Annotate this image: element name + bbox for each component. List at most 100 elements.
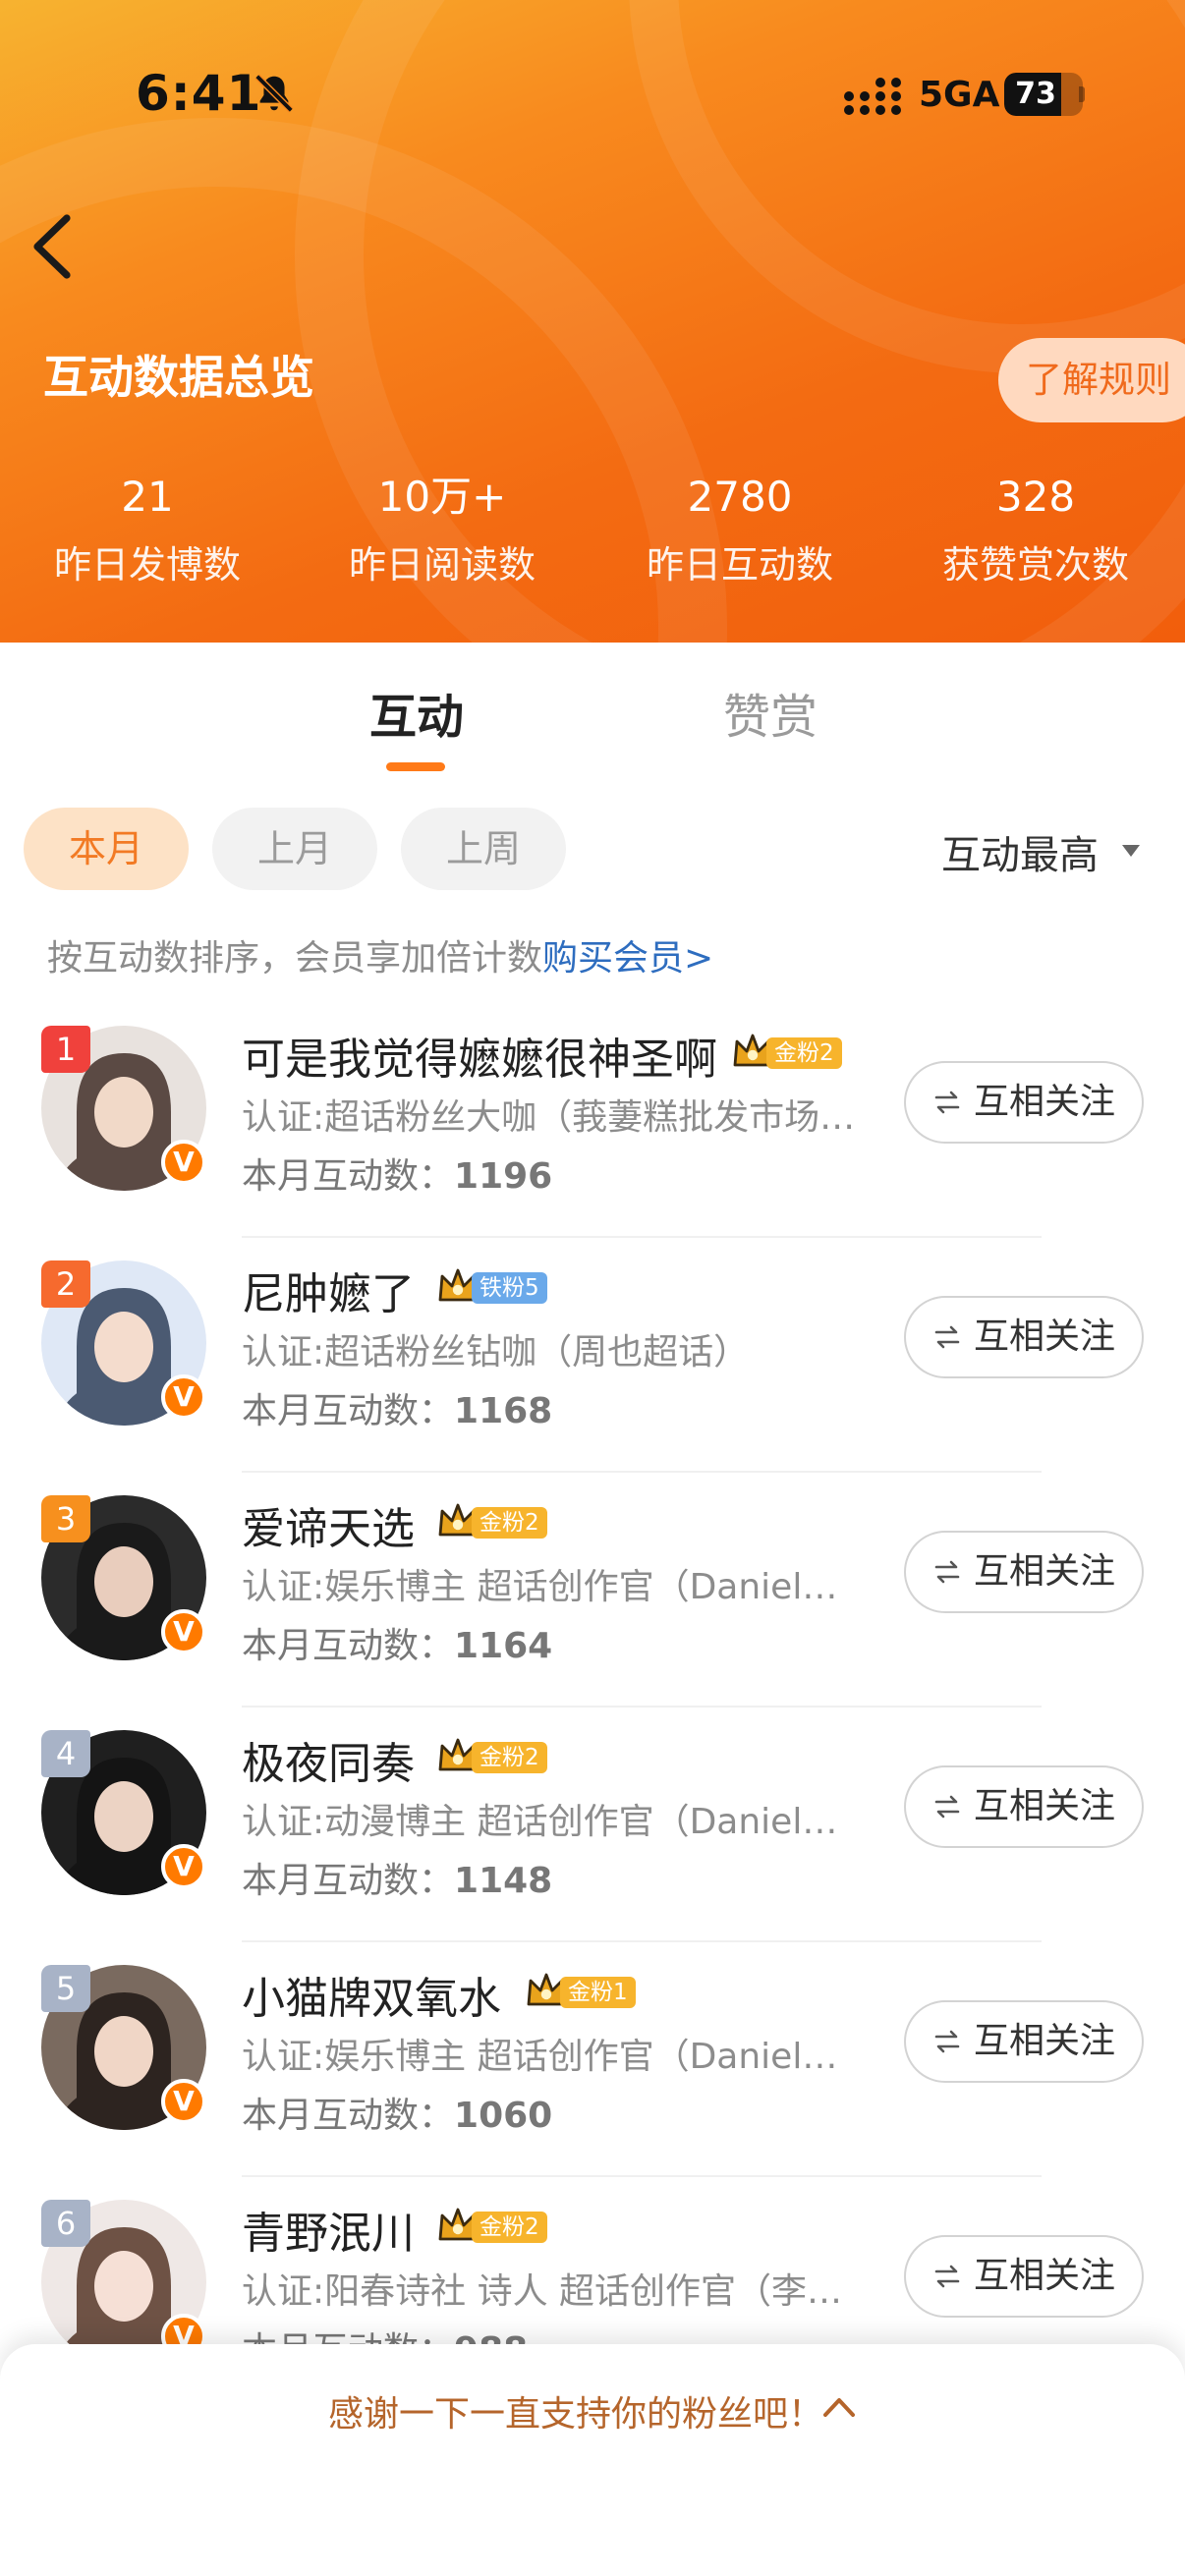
mutual-follow-icon [934, 2265, 960, 2288]
mutual-follow-button[interactable]: 互相关注 [904, 1531, 1144, 1613]
buy-membership-link[interactable]: 购买会员> [542, 938, 713, 979]
thank-fans-text: 感谢一下一直支持你的粉丝吧！ [328, 2394, 824, 2435]
tab-interaction[interactable]: 互动 [369, 678, 464, 747]
page-title: 互动数据总览 [43, 351, 314, 404]
count-value: 1164 [454, 1626, 553, 1666]
fan-row[interactable]: 3 V 爱谛天选 金粉2 认证:娱乐博主 超话创作官（Daniel超… 本月互动数：116… [0, 1472, 1185, 1708]
network-type: 5GA [919, 75, 1000, 115]
count-value: 1148 [454, 1861, 553, 1901]
certification-text: 认证:超话粉丝钻咖（周也超话） [242, 1332, 750, 1372]
stat-value: 21 [121, 473, 174, 521]
mutual-follow-button[interactable]: 互相关注 [904, 2235, 1144, 2318]
count-label: 本月互动数： [242, 1391, 455, 1431]
follow-label: 互相关注 [973, 2256, 1115, 2296]
count-label: 本月互动数： [242, 1626, 455, 1666]
fan-name[interactable]: 爱谛天选 [242, 1493, 415, 1556]
fan-name[interactable]: 青野泯川 [242, 2198, 415, 2261]
mutual-follow-button[interactable]: 互相关注 [904, 1061, 1144, 1144]
verified-badge: V [161, 1844, 206, 1889]
rank-badge: 6 [41, 2200, 90, 2247]
fan-name[interactable]: 可是我觉得嬷嬷很神圣啊 [242, 1024, 717, 1087]
tab-reward[interactable]: 赞赏 [723, 678, 818, 747]
certification-text: 认证:娱乐博主 超话创作官（Daniel超… [242, 1567, 871, 1607]
fan-level-label: 铁粉5 [472, 1272, 547, 1304]
fan-row[interactable]: 4 V 极夜同奏 金粉2 认证:动漫博主 超话创作官（Daniel超… 本月互动数：114… [0, 1707, 1185, 1942]
fan-name[interactable]: 小猫牌双氧水 [242, 1963, 501, 2026]
certification-text: 认证:超话粉丝大咖（莪萋糕批发市场… [242, 1097, 856, 1138]
tab-indicator [386, 762, 445, 771]
mutual-follow-icon [934, 1091, 960, 1114]
filter-this-month[interactable]: 本月 [24, 808, 189, 890]
rank-badge: 4 [41, 1730, 90, 1777]
fan-level-label: 金粉2 [766, 1037, 842, 1069]
mutual-follow-button[interactable]: 互相关注 [904, 2000, 1144, 2083]
filter-last-month[interactable]: 上月 [212, 808, 377, 890]
battery-icon: 73 [1004, 73, 1083, 116]
count-value: 1196 [454, 1156, 553, 1197]
stat-reads: 10万+ 昨日阅读数 [295, 468, 590, 588]
fan-name[interactable]: 极夜同奏 [242, 1728, 415, 1791]
mutual-follow-icon [934, 2030, 960, 2053]
fan-level-label: 金粉2 [472, 1742, 547, 1773]
interaction-count: 本月互动数：1196 [242, 1148, 552, 1199]
count-label: 本月互动数： [242, 2096, 455, 2136]
fan-level-label: 金粉2 [472, 1507, 547, 1539]
certification-text: 认证:娱乐博主 超话创作官（Daniel超… [242, 2037, 871, 2077]
count-value: 1060 [454, 2096, 553, 2136]
count-label: 本月互动数： [242, 1156, 455, 1197]
fan-level-label: 金粉1 [560, 1977, 636, 2008]
battery-percent: 73 [1015, 77, 1056, 111]
stat-label: 昨日阅读数 [348, 543, 536, 587]
mutual-follow-icon [934, 1560, 960, 1584]
battery-tip [1079, 86, 1085, 102]
rules-button[interactable]: 了解规则 [998, 338, 1185, 422]
filter-last-week[interactable]: 上周 [401, 808, 566, 890]
back-arrow-icon[interactable] [28, 212, 77, 281]
mutual-follow-button[interactable]: 互相关注 [904, 1765, 1144, 1848]
count-value: 1168 [454, 1391, 553, 1431]
stat-value: 328 [995, 473, 1076, 521]
interaction-count: 本月互动数：1168 [242, 1382, 552, 1433]
mutual-follow-icon [934, 1325, 960, 1349]
mutual-follow-button[interactable]: 互相关注 [904, 1296, 1144, 1378]
fan-row[interactable]: 5 V 小猫牌双氧水 金粉1 认证:娱乐博主 超话创作官（Daniel超… 本月互动数：1… [0, 1941, 1185, 2177]
rank-badge: 5 [41, 1965, 90, 2012]
stat-label: 昨日互动数 [646, 543, 833, 587]
certification-text: 认证:动漫博主 超话创作官（Daniel超… [242, 1802, 871, 1842]
follow-label: 互相关注 [973, 2021, 1115, 2061]
signal-icon [844, 78, 901, 115]
follow-label: 互相关注 [973, 1786, 1115, 1826]
sort-note-text: 按互动数排序，会员享加倍计数 [47, 938, 543, 979]
follow-label: 互相关注 [973, 1316, 1115, 1357]
caret-down-icon[interactable] [1120, 843, 1142, 859]
verified-badge: V [161, 1374, 206, 1420]
stat-value: 2780 [687, 473, 793, 521]
follow-label: 互相关注 [973, 1551, 1115, 1592]
sort-note: 按互动数排序，会员享加倍计数购买会员> [47, 929, 713, 980]
count-label: 本月互动数： [242, 1861, 455, 1901]
fan-name[interactable]: 尼肿嬷了 [242, 1259, 415, 1321]
stat-label: 昨日发博数 [53, 543, 241, 587]
fan-level-label: 金粉2 [472, 2212, 547, 2243]
stat-interactions: 2780 昨日互动数 [592, 468, 887, 588]
mutual-follow-icon [934, 1795, 960, 1819]
interaction-count: 本月互动数：1164 [242, 1617, 552, 1668]
header-banner: 6:41 5GA 73 互动数据总览 了解规则 21 昨日发博数 10万+ 昨日… [0, 0, 1185, 643]
follow-label: 互相关注 [973, 1082, 1115, 1122]
fan-row[interactable]: 2 V 尼肿嬷了 铁粉5 认证:超话粉丝钻咖（周也超话） 本月互动数：1168 互相关注 [0, 1237, 1185, 1473]
interaction-count: 本月互动数：1148 [242, 1852, 552, 1903]
status-time: 6:41 [136, 65, 262, 122]
thank-fans-sheet[interactable]: 感谢一下一直支持你的粉丝吧！ [0, 2344, 1185, 2576]
rank-badge: 3 [41, 1495, 90, 1542]
rank-badge: 2 [41, 1260, 90, 1308]
sort-dropdown[interactable]: 互动最高 [941, 823, 1099, 880]
stat-rewards: 328 获赞赏次数 [888, 468, 1183, 588]
verified-badge: V [161, 2079, 206, 2124]
fan-row[interactable]: 1 V 可是我觉得嬷嬷很神圣啊 金粉2 认证:超话粉丝大咖（莪萋糕批发市场… 本月互动数：… [0, 1002, 1185, 1238]
bell-muted-icon [254, 74, 294, 113]
interaction-count: 本月互动数：1060 [242, 2087, 552, 2138]
chevron-up-icon[interactable] [821, 2393, 857, 2419]
verified-badge: V [161, 1140, 206, 1185]
verified-badge: V [161, 1609, 206, 1654]
rank-badge: 1 [41, 1026, 90, 1073]
